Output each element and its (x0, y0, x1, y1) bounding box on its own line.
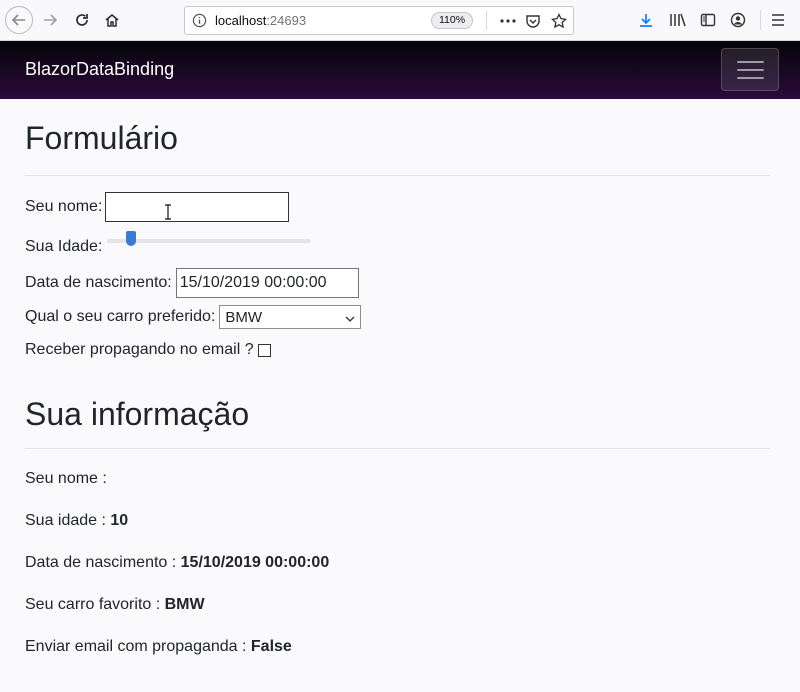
slider-track (107, 239, 312, 243)
url-port: :24693 (266, 13, 307, 28)
sidebar-icon[interactable] (697, 9, 719, 31)
info-birth-label: Data de nascimento : (25, 554, 177, 571)
birth-label: Data de nascimento: (25, 274, 172, 291)
car-select-value: BMW (225, 308, 262, 326)
browser-toolbar: localhost:24693 110% (0, 0, 800, 41)
info-birth: Data de nascimento : 15/10/2019 00:00:00 (25, 554, 329, 572)
info-email-value: False (250, 638, 292, 655)
toolbar-separator (760, 10, 761, 30)
navbar-toggler-button[interactable] (721, 48, 779, 91)
email-row: Receber propagando no email ? (25, 341, 271, 359)
car-select[interactable]: BMW (219, 305, 362, 329)
form-title: Formulário (25, 120, 178, 156)
name-row: Seu nome: (25, 192, 290, 222)
info-name-label: Seu nome : (25, 470, 107, 487)
chevron-down-icon (345, 309, 355, 326)
zoom-level[interactable]: 110% (431, 12, 473, 29)
car-row: Qual o seu carro preferido: BMW (25, 305, 362, 329)
home-icon[interactable] (98, 6, 126, 34)
info-title: Sua informação (25, 396, 250, 432)
name-label: Seu nome: (25, 198, 103, 215)
info-email-label: Enviar email com propaganda : (25, 638, 247, 655)
birth-date-value: 15/10/2019 00:00:00 (179, 274, 327, 291)
url-separator (486, 11, 487, 30)
download-icon[interactable] (635, 9, 657, 31)
back-icon[interactable] (5, 6, 33, 34)
info-age: Sua idade : 10 (25, 512, 128, 530)
info-age-label: Sua idade : (25, 512, 106, 529)
divider (25, 175, 770, 176)
info-birth-value: 15/10/2019 00:00:00 (180, 554, 330, 571)
reload-icon[interactable] (68, 6, 96, 34)
slider-thumb[interactable] (126, 231, 137, 246)
email-checkbox[interactable] (257, 343, 271, 357)
info-car-value: BMW (164, 596, 205, 613)
email-label: Receber propagando no email ? (25, 341, 254, 358)
age-label: Sua Idade: (25, 238, 103, 255)
forward-icon[interactable] (36, 6, 64, 34)
pocket-icon[interactable] (523, 11, 543, 31)
info-age-value: 10 (110, 512, 129, 529)
age-slider[interactable] (107, 231, 312, 251)
text-cursor-icon (164, 204, 172, 225)
age-row: Sua Idade: (25, 231, 312, 257)
navbar-brand[interactable]: BlazorDataBinding (25, 59, 174, 80)
bookmark-star-icon[interactable] (549, 11, 569, 31)
divider (25, 448, 770, 449)
hamburger-line (737, 77, 764, 79)
car-label: Qual o seu carro preferido: (25, 308, 216, 325)
hamburger-line (737, 69, 764, 71)
birth-row: Data de nascimento: 15/10/2019 00:00:00 (25, 268, 359, 298)
info-name: Seu nome : (25, 470, 107, 488)
app-navbar: BlazorDataBinding (0, 41, 800, 99)
url-bar[interactable]: localhost:24693 110% (184, 6, 574, 35)
info-email: Enviar email com propaganda : False (25, 638, 292, 656)
birth-date-input[interactable]: 15/10/2019 00:00:00 (175, 268, 359, 298)
info-car-label: Seu carro favorito : (25, 596, 161, 613)
library-icon[interactable] (667, 9, 689, 31)
menu-icon[interactable] (767, 9, 789, 31)
account-icon[interactable] (727, 9, 749, 31)
url-text: localhost:24693 (215, 13, 306, 28)
info-icon[interactable] (192, 13, 207, 33)
info-car: Seu carro favorito : BMW (25, 596, 205, 614)
url-host: localhost (215, 13, 267, 28)
hamburger-line (737, 61, 764, 63)
more-actions-icon[interactable] (498, 11, 518, 31)
name-input[interactable] (105, 192, 290, 222)
